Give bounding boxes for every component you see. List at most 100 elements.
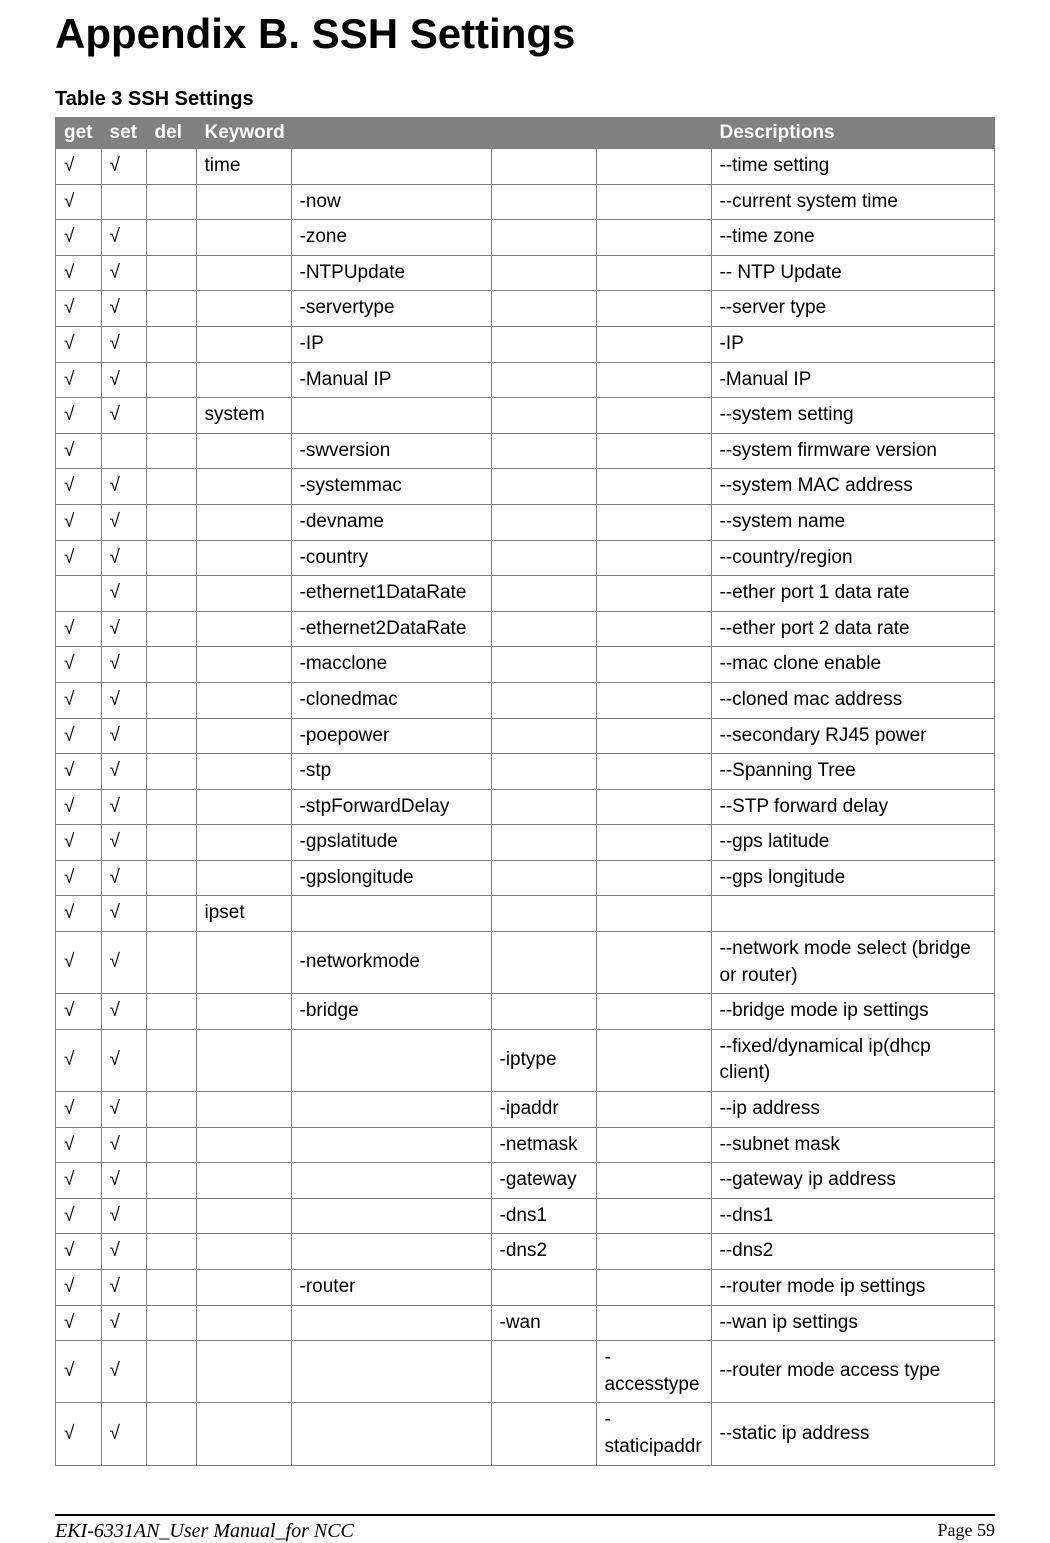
cell-keyword-1 (196, 469, 291, 505)
cell-keyword-2: -poepower (291, 718, 491, 754)
table-row: √√ipset (56, 896, 995, 932)
cell-del (146, 1198, 196, 1234)
cell-keyword-1 (196, 1341, 291, 1403)
cell-get: √ (56, 326, 102, 362)
cell-get: √ (56, 540, 102, 576)
cell-keyword-1 (196, 932, 291, 994)
cell-keyword-2: -Manual IP (291, 362, 491, 398)
table-row: √√-iptype--fixed/dynamical ip(dhcp clien… (56, 1029, 995, 1091)
cell-keyword-1 (196, 504, 291, 540)
cell-del (146, 149, 196, 185)
table-row: √√-dns2--dns2 (56, 1234, 995, 1270)
table-row: √√-IP-IP (56, 326, 995, 362)
cell-description (711, 896, 995, 932)
cell-keyword-1 (196, 220, 291, 256)
cell-description: --wan ip settings (711, 1305, 995, 1341)
cell-get: √ (56, 754, 102, 790)
cell-del (146, 896, 196, 932)
cell-keyword-3 (491, 398, 596, 434)
cell-set: √ (101, 1127, 146, 1163)
cell-keyword-4 (596, 682, 711, 718)
cell-keyword-3 (491, 718, 596, 754)
cell-description: --static ip address (711, 1403, 995, 1465)
cell-del (146, 540, 196, 576)
cell-description: --Spanning Tree (711, 754, 995, 790)
table-row: √√-country--country/region (56, 540, 995, 576)
cell-set: √ (101, 291, 146, 327)
th-del: del (146, 118, 196, 149)
cell-description: --dns2 (711, 1234, 995, 1270)
cell-set (101, 433, 146, 469)
cell-del (146, 1092, 196, 1128)
cell-set: √ (101, 789, 146, 825)
cell-get: √ (56, 1198, 102, 1234)
cell-description: --ether port 2 data rate (711, 611, 995, 647)
cell-set: √ (101, 754, 146, 790)
cell-keyword-2 (291, 1092, 491, 1128)
cell-description: --system MAC address (711, 469, 995, 505)
cell-get: √ (56, 184, 102, 220)
table-caption: Table 3 SSH Settings (55, 88, 995, 111)
cell-set: √ (101, 611, 146, 647)
cell-keyword-1 (196, 576, 291, 612)
table-row: √√-networkmode--network mode select (bri… (56, 932, 995, 994)
cell-set: √ (101, 1305, 146, 1341)
cell-keyword-1 (196, 1270, 291, 1306)
cell-keyword-3: -ipaddr (491, 1092, 596, 1128)
cell-keyword-4 (596, 896, 711, 932)
cell-del (146, 932, 196, 994)
cell-keyword-3: -dns2 (491, 1234, 596, 1270)
table-row: √√-router--router mode ip settings (56, 1270, 995, 1306)
cell-set: √ (101, 504, 146, 540)
cell-keyword-3 (491, 1270, 596, 1306)
cell-set: √ (101, 1163, 146, 1199)
table-row: √√-stpForwardDelay--STP forward delay (56, 789, 995, 825)
cell-del (146, 754, 196, 790)
cell-keyword-4 (596, 647, 711, 683)
table-row: √√system--system setting (56, 398, 995, 434)
table-row: √√-netmask--subnet mask (56, 1127, 995, 1163)
cell-keyword-3 (491, 825, 596, 861)
cell-keyword-1 (196, 1305, 291, 1341)
cell-keyword-4 (596, 1234, 711, 1270)
cell-keyword-3 (491, 860, 596, 896)
table-row: √√time--time setting (56, 149, 995, 185)
cell-del (146, 1270, 196, 1306)
cell-keyword-4 (596, 184, 711, 220)
cell-description: --secondary RJ45 power (711, 718, 995, 754)
cell-del (146, 220, 196, 256)
cell-keyword-2: -networkmode (291, 932, 491, 994)
cell-keyword-3 (491, 540, 596, 576)
footer-left: EKI-6331AN_User Manual_for NCC (55, 1520, 354, 1543)
cell-keyword-1 (196, 362, 291, 398)
cell-keyword-4 (596, 860, 711, 896)
cell-keyword-4 (596, 576, 711, 612)
cell-description: --system setting (711, 398, 995, 434)
cell-keyword-1 (196, 682, 291, 718)
cell-set: √ (101, 220, 146, 256)
cell-keyword-2: -devname (291, 504, 491, 540)
table-row: √√-bridge--bridge mode ip settings (56, 994, 995, 1030)
cell-keyword-1 (196, 647, 291, 683)
cell-del (146, 825, 196, 861)
cell-description: -Manual IP (711, 362, 995, 398)
cell-keyword-4 (596, 469, 711, 505)
cell-del (146, 433, 196, 469)
cell-keyword-2 (291, 1305, 491, 1341)
cell-del (146, 398, 196, 434)
cell-del (146, 789, 196, 825)
cell-keyword-3 (491, 504, 596, 540)
cell-keyword-2: -clonedmac (291, 682, 491, 718)
table-row: √√-accesstype--router mode access type (56, 1341, 995, 1403)
cell-keyword-1: system (196, 398, 291, 434)
cell-set: √ (101, 1341, 146, 1403)
cell-keyword-2: -systemmac (291, 469, 491, 505)
cell-keyword-4 (596, 994, 711, 1030)
cell-del (146, 718, 196, 754)
table-row: √√-wan--wan ip settings (56, 1305, 995, 1341)
table-row: √√-zone--time zone (56, 220, 995, 256)
cell-get: √ (56, 718, 102, 754)
cell-description: -- NTP Update (711, 255, 995, 291)
cell-keyword-1 (196, 255, 291, 291)
cell-keyword-2: -zone (291, 220, 491, 256)
